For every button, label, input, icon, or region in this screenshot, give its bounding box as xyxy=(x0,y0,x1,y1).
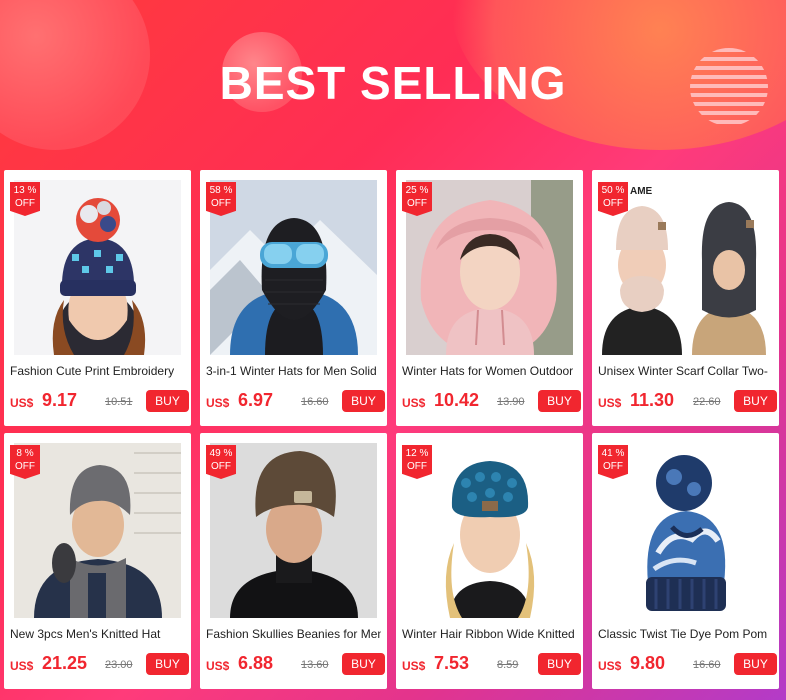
product-card[interactable]: 41 % OFF Classic Twist Tie Dye Pom Pom US… xyxy=(592,433,779,689)
buy-button[interactable]: BUY xyxy=(342,653,385,675)
product-card[interactable]: 12 % OFF Winter Hair Ribbon Wide Knitted … xyxy=(396,433,583,689)
buy-button[interactable]: BUY xyxy=(146,653,189,675)
buy-button[interactable]: BUY xyxy=(342,390,385,412)
original-price: 16.60 xyxy=(301,396,329,408)
product-name[interactable]: Fashion Cute Print Embroidery xyxy=(10,364,185,378)
product-card[interactable]: 13 % OFF Fashion Cute Print Embroidery US… xyxy=(4,170,191,426)
product-name[interactable]: Classic Twist Tie Dye Pom Pom xyxy=(598,627,773,641)
discount-badge: 8 % OFF xyxy=(10,445,40,479)
discount-badge: 25 % OFF xyxy=(402,182,432,216)
currency-label: US$ xyxy=(206,659,230,673)
original-price: 16.60 xyxy=(693,659,721,671)
currency-label: US$ xyxy=(598,659,622,673)
currency-label: US$ xyxy=(402,659,426,673)
buy-button[interactable]: BUY xyxy=(538,390,581,412)
discount-badge: 13 % OFF xyxy=(10,182,40,216)
product-name[interactable]: 3-in-1 Winter Hats for Men Solid xyxy=(206,364,381,378)
product-card[interactable]: 58 % OFF 3-in-1 Winter Hats for Men Solid… xyxy=(200,170,387,426)
product-price: 6.88 xyxy=(238,653,274,673)
discount-badge: 50 % OFF xyxy=(598,182,628,216)
banner-title: BEST SELLING xyxy=(219,57,567,109)
original-price: 10.51 xyxy=(105,396,133,408)
discount-badge: 58 % OFF xyxy=(206,182,236,216)
original-price: 23.00 xyxy=(105,659,133,671)
buy-button[interactable]: BUY xyxy=(146,390,189,412)
product-name[interactable]: Fashion Skullies Beanies for Men xyxy=(206,627,381,641)
buy-button[interactable]: BUY xyxy=(734,390,777,412)
product-card[interactable]: 8 % OFF New 3pcs Men's Knitted Hat US$ 21… xyxy=(4,433,191,689)
product-name[interactable]: Winter Hats for Women Outdoor xyxy=(402,364,577,378)
product-card[interactable]: 49 % OFF Fashion Skullies Beanies for Men… xyxy=(200,433,387,689)
product-name[interactable]: Winter Hair Ribbon Wide Knitted xyxy=(402,627,577,641)
discount-badge: 49 % OFF xyxy=(206,445,236,479)
original-price: 8.59 xyxy=(497,659,519,671)
buy-button[interactable]: BUY xyxy=(538,653,581,675)
product-card[interactable]: 25 % OFF Winter Hats for Women Outdoor US… xyxy=(396,170,583,426)
product-price: 9.17 xyxy=(42,390,78,410)
product-price: 11.30 xyxy=(630,390,675,410)
product-name[interactable]: Unisex Winter Scarf Collar Two- xyxy=(598,364,773,378)
image-brand-text: AME xyxy=(630,186,653,197)
buy-button[interactable]: BUY xyxy=(734,653,777,675)
product-price: 6.97 xyxy=(238,390,274,410)
product-price: 7.53 xyxy=(434,653,470,673)
currency-label: US$ xyxy=(10,659,34,673)
product-price: 21.25 xyxy=(42,653,88,673)
currency-label: US$ xyxy=(402,396,426,410)
original-price: 22.60 xyxy=(693,396,721,408)
product-price: 10.42 xyxy=(434,390,480,410)
currency-label: US$ xyxy=(10,396,34,410)
original-price: 13.90 xyxy=(497,396,525,408)
currency-label: US$ xyxy=(598,396,622,410)
product-price: 9.80 xyxy=(630,653,666,673)
discount-badge: 12 % OFF xyxy=(402,445,432,479)
product-card[interactable]: AME 50 % OFF Unisex Winter Scarf Collar T… xyxy=(592,170,779,426)
discount-badge: 41 % OFF xyxy=(598,445,628,479)
original-price: 13.60 xyxy=(301,659,329,671)
product-name[interactable]: New 3pcs Men's Knitted Hat xyxy=(10,627,185,641)
currency-label: US$ xyxy=(206,396,230,410)
